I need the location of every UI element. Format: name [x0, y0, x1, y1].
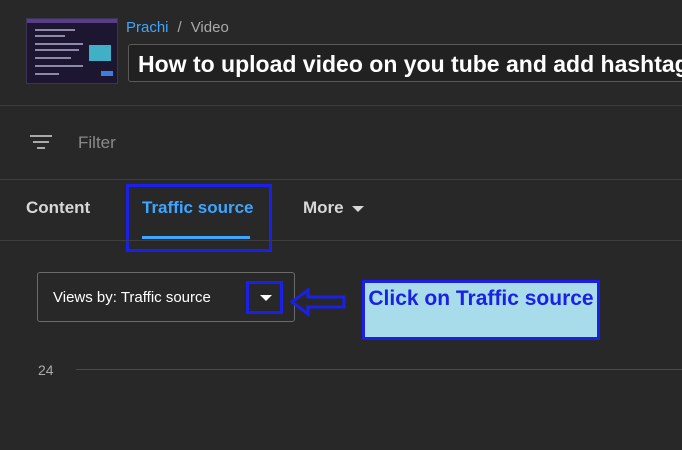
dropdown-toggle-button[interactable]	[246, 281, 283, 314]
tab-more[interactable]: More	[303, 198, 364, 218]
annotation-highlight-box	[126, 184, 272, 252]
tab-more-label: More	[303, 198, 344, 217]
breadcrumb-separator: /	[177, 19, 182, 36]
caret-down-icon	[351, 205, 364, 212]
tab-content[interactable]: Content	[26, 198, 90, 218]
header-divider	[0, 105, 682, 106]
video-thumbnail[interactable]	[26, 18, 118, 84]
tabs-divider	[0, 240, 682, 241]
video-title-field[interactable]: How to upload video on you tube and add …	[128, 44, 682, 82]
y-axis-tick-label: 24	[38, 362, 54, 378]
annotation-arrow-icon	[290, 287, 346, 317]
dropdown-label: Views by: Traffic source	[53, 289, 211, 306]
filter-icon[interactable]	[30, 133, 52, 151]
caret-down-icon	[260, 295, 272, 301]
breadcrumb-channel-link[interactable]: Prachi	[126, 19, 169, 36]
breadcrumb: Prachi / Video	[126, 19, 229, 36]
filter-divider	[0, 179, 682, 180]
annotation-callout: Click on Traffic source	[362, 280, 600, 340]
breadcrumb-section: Video	[190, 19, 229, 36]
chart-gridline	[76, 369, 682, 370]
filter-input[interactable]: Filter	[78, 133, 116, 153]
video-title: How to upload video on you tube and add …	[138, 51, 682, 77]
